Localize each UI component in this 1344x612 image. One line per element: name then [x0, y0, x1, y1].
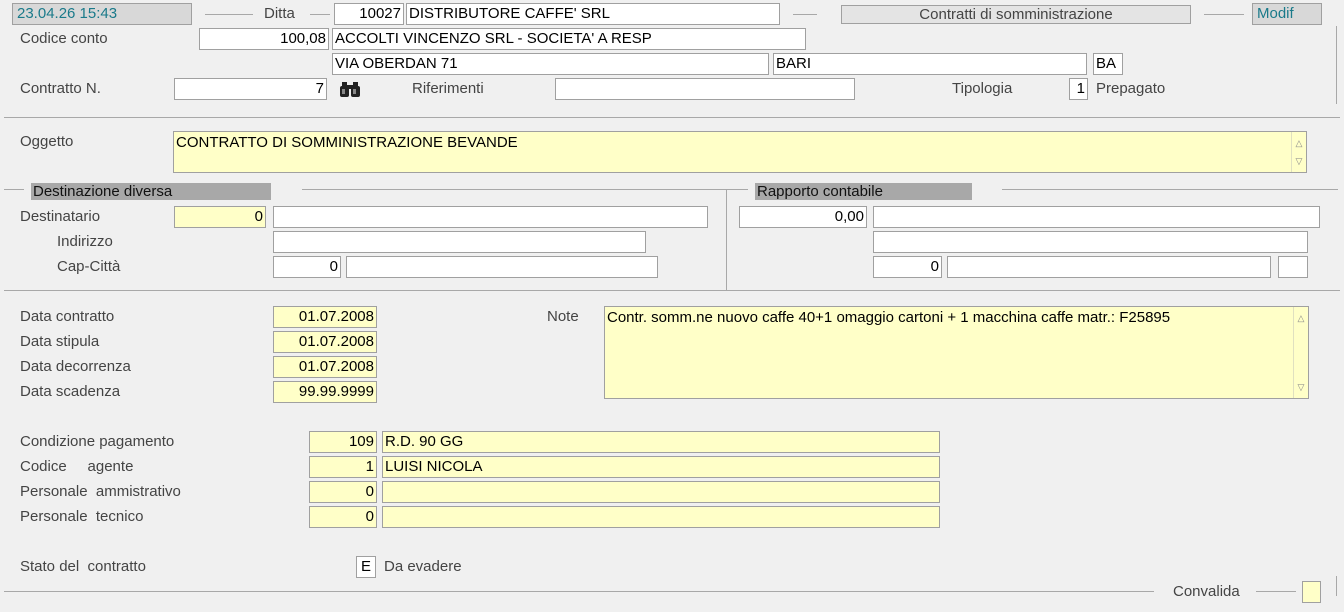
data-contratto-field[interactable]: 01.07.2008 — [273, 306, 377, 328]
data-stipula-field[interactable]: 01.07.2008 — [273, 331, 377, 353]
rapporto-header: Rapporto contabile — [755, 183, 972, 200]
data-scadenza-label: Data scadenza — [20, 383, 121, 400]
codice-conto-field[interactable]: 100,08 — [199, 28, 329, 50]
frame-border — [1336, 576, 1337, 596]
header-divider — [793, 14, 817, 15]
agente-code-field[interactable]: 1 — [309, 456, 377, 478]
footer-divider — [4, 591, 1154, 592]
rapporto-prov-field[interactable] — [1278, 256, 1308, 278]
oggetto-scrollbar[interactable]: △ ▽ — [1291, 132, 1306, 172]
note-scrollbar[interactable]: △ ▽ — [1293, 307, 1308, 398]
note-text: Contr. somm.ne nuovo caffe 40+1 omaggio … — [607, 309, 1171, 326]
contratto-number-field[interactable]: 7 — [174, 78, 327, 100]
ditta-name-field[interactable]: DISTRIBUTORE CAFFE' SRL — [406, 3, 780, 25]
personale-tecnico-code-field[interactable]: 0 — [309, 506, 377, 528]
personale-amm-desc-field[interactable] — [382, 481, 940, 503]
section-divider — [4, 290, 1340, 291]
agente-desc-field[interactable]: LUISI NICOLA — [382, 456, 940, 478]
rapporto-amount-field[interactable]: 0,00 — [739, 206, 867, 228]
rapporto-line2-field[interactable] — [873, 231, 1308, 253]
ditta-label: Ditta — [264, 5, 295, 22]
contratto-label: Contratto N. — [20, 80, 101, 97]
account-city-field[interactable]: BARI — [773, 53, 1087, 75]
note-textarea[interactable]: Contr. somm.ne nuovo caffe 40+1 omaggio … — [604, 306, 1309, 399]
codice-agente-label: Codice agente — [20, 458, 134, 475]
account-name-field[interactable]: ACCOLTI VINCENZO SRL - SOCIETA' A RESP — [332, 28, 806, 50]
section-divider — [728, 189, 748, 190]
indirizzo-label: Indirizzo — [57, 233, 113, 250]
convalida-checkbox[interactable] — [1302, 581, 1321, 603]
stato-label: Stato del contratto — [20, 558, 146, 575]
destinazione-header: Destinazione diversa — [31, 183, 271, 200]
datetime-display: 23.04.26 15:43 — [12, 3, 192, 25]
condizione-desc-field[interactable]: R.D. 90 GG — [382, 431, 940, 453]
oggetto-textarea[interactable]: CONTRATTO DI SOMMINISTRAZIONE BEVANDE △ ▽ — [173, 131, 1307, 173]
oggetto-text: CONTRATTO DI SOMMINISTRAZIONE BEVANDE — [176, 134, 518, 151]
binoculars-icon[interactable] — [339, 79, 361, 99]
note-label: Note — [547, 308, 579, 325]
stato-desc: Da evadere — [384, 558, 462, 575]
section-divider — [4, 189, 24, 190]
tipologia-label: Tipologia — [952, 80, 1013, 97]
section-divider — [4, 117, 1340, 118]
riferimenti-label: Riferimenti — [412, 80, 484, 97]
data-stipula-label: Data stipula — [20, 333, 100, 350]
rapporto-city-field[interactable] — [947, 256, 1271, 278]
data-decorrenza-label: Data decorrenza — [20, 358, 131, 375]
personale-tecnico-label: Personale tecnico — [20, 508, 144, 525]
section-divider — [302, 189, 728, 190]
destinatario-code-field[interactable]: 0 — [174, 206, 266, 228]
personale-amm-label: Personale ammistrativo — [20, 483, 181, 500]
capcitta-label: Cap-Città — [57, 258, 121, 275]
cap-field[interactable]: 0 — [273, 256, 341, 278]
account-address-field[interactable]: VIA OBERDAN 71 — [332, 53, 769, 75]
tipologia-field[interactable]: 1 — [1069, 78, 1088, 100]
personale-tecnico-desc-field[interactable] — [382, 506, 940, 528]
oggetto-label: Oggetto — [20, 133, 74, 150]
footer-divider — [1256, 591, 1296, 592]
frame-border — [1336, 26, 1337, 104]
stato-code-field[interactable]: E — [356, 556, 376, 578]
header-divider — [1204, 14, 1244, 15]
riferimenti-field[interactable] — [555, 78, 855, 100]
window-title: Contratti di somministrazione — [841, 5, 1191, 24]
section-divider — [1002, 189, 1338, 190]
data-scadenza-field[interactable]: 99.99.9999 — [273, 381, 377, 403]
rapporto-desc-field[interactable] — [873, 206, 1320, 228]
destinatario-label: Destinatario — [20, 208, 101, 225]
indirizzo-field[interactable] — [273, 231, 646, 253]
header-divider — [205, 14, 253, 15]
condizione-pagamento-label: Condizione pagamento — [20, 433, 175, 450]
ditta-code-field[interactable]: 10027 — [334, 3, 404, 25]
section-divider-vertical — [726, 189, 727, 290]
data-decorrenza-field[interactable]: 01.07.2008 — [273, 356, 377, 378]
citta-field[interactable] — [346, 256, 658, 278]
personale-amm-code-field[interactable]: 0 — [309, 481, 377, 503]
destinatario-name-field[interactable] — [273, 206, 708, 228]
header-divider — [310, 14, 330, 15]
condizione-code-field[interactable]: 109 — [309, 431, 377, 453]
rapporto-cap-field[interactable]: 0 — [873, 256, 942, 278]
codice-conto-label: Codice conto — [20, 30, 108, 47]
tipologia-desc: Prepagato — [1096, 80, 1166, 97]
data-contratto-label: Data contratto — [20, 308, 115, 325]
mode-indicator: Modif — [1252, 3, 1322, 25]
convalida-label: Convalida — [1173, 583, 1240, 600]
account-province-field[interactable]: BA — [1093, 53, 1123, 75]
